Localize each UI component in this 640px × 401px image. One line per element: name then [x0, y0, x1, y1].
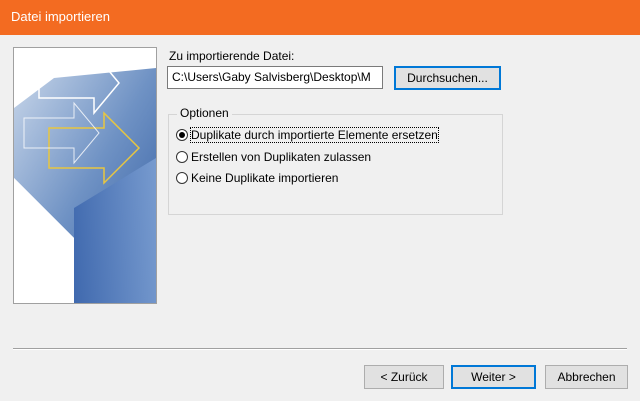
- option-no-duplicates[interactable]: Keine Duplikate importieren: [176, 169, 338, 187]
- option-label: Erstellen von Duplikaten zulassen: [191, 150, 372, 164]
- wizard-banner-image: [13, 47, 157, 304]
- title-bar[interactable]: Datei importieren: [0, 0, 640, 35]
- window-title: Datei importieren: [11, 9, 110, 24]
- radio-button[interactable]: [176, 129, 188, 141]
- file-label: Zu importierende Datei:: [169, 49, 295, 63]
- radio-button[interactable]: [176, 172, 188, 184]
- option-label: Duplikate durch importierte Elemente ers…: [190, 127, 439, 143]
- separator-line: [13, 348, 627, 350]
- back-button[interactable]: < Zurück: [364, 365, 444, 389]
- option-replace-duplicates[interactable]: Duplikate durch importierte Elemente ers…: [176, 126, 439, 144]
- options-legend: Optionen: [177, 106, 232, 120]
- file-path-input[interactable]: C:\Users\Gaby Salvisberg\Desktop\M: [167, 66, 383, 89]
- next-button[interactable]: Weiter >: [451, 365, 536, 389]
- import-arrows-illustration-icon: [14, 48, 156, 303]
- browse-button[interactable]: Durchsuchen...: [394, 66, 501, 90]
- option-allow-duplicates[interactable]: Erstellen von Duplikaten zulassen: [176, 148, 371, 166]
- option-label: Keine Duplikate importieren: [191, 171, 339, 185]
- cancel-button[interactable]: Abbrechen: [545, 365, 628, 389]
- radio-button[interactable]: [176, 151, 188, 163]
